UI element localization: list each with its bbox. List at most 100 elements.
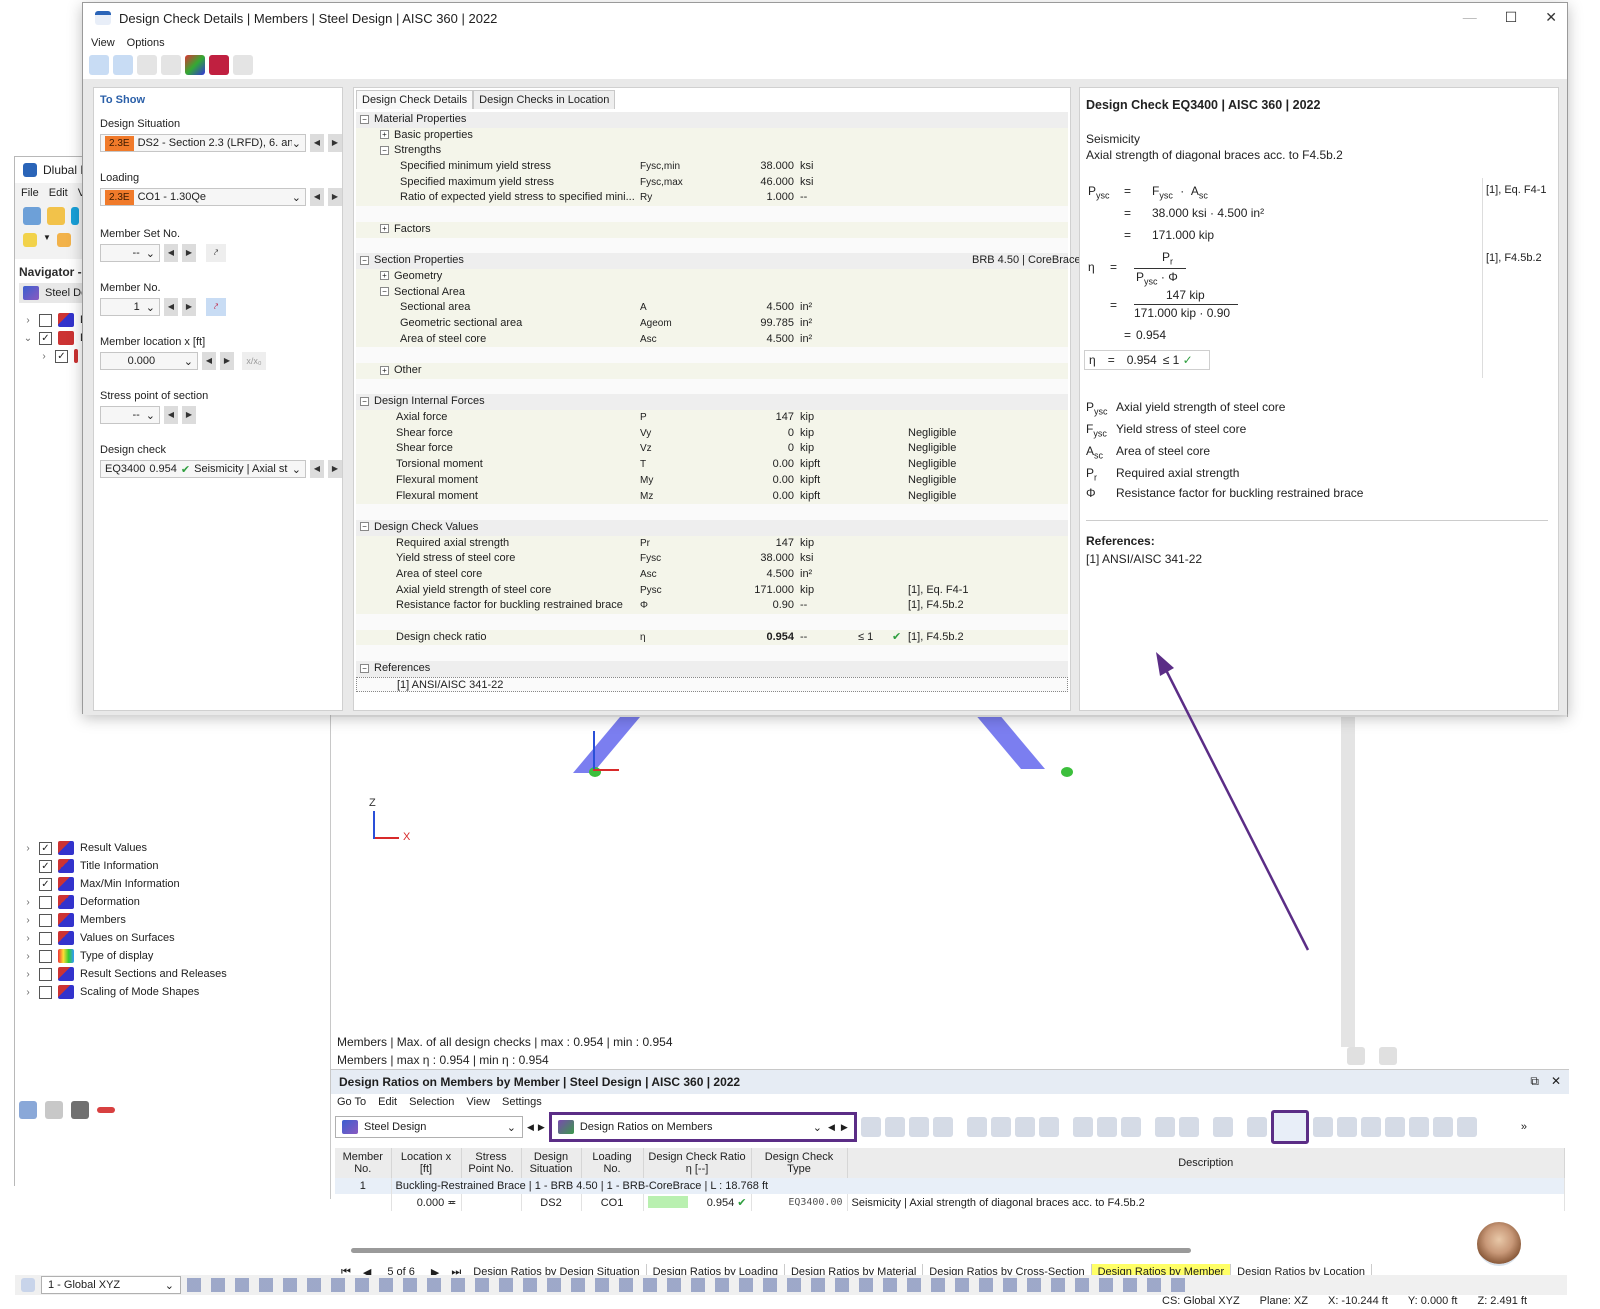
design-situation-select[interactable]: 2.3E DS2 - Section 2.3 (LRFD), 6. and...… [100,134,306,152]
col-ratio[interactable]: Design Check Ratio η [--] [643,1148,752,1178]
checkbox[interactable] [39,331,52,345]
table-row[interactable]: 0.000 ≖ DS2 CO1 0.954 ✔ EQ3400.00 Seismi… [335,1194,1565,1211]
next-arrow-icon[interactable]: ▶ [328,460,342,478]
prev-arrow-icon[interactable]: ◀ [164,298,178,316]
tree-item-row[interactable]: Specified minimum yield stress Fysc,min 38… [356,159,1068,175]
collapse-icon[interactable]: − [360,522,369,532]
nav-item-values-on-surfaces[interactable]: › Values on Surfaces [23,929,175,947]
tree-item-row[interactable]: Shear force Vz 0 kip Negligible [356,441,1068,458]
checkbox[interactable] [39,877,52,891]
results-tab-icon[interactable] [97,1107,115,1113]
checkbox[interactable] [55,349,68,363]
restore-icon[interactable]: ⧉ [1530,1074,1539,1089]
chevron-right-icon[interactable]: › [23,315,33,326]
collapse-icon[interactable]: − [360,396,369,406]
next-arrow-icon[interactable]: ▶ [328,134,342,152]
next-arrow-icon[interactable]: ▶ [220,352,234,370]
columns-icon[interactable] [1038,1117,1059,1137]
col-check-type[interactable]: Design Check Type [751,1148,848,1178]
tree-item-row[interactable]: Flexural moment Mz 0.00 kipft Negligible [356,488,1068,505]
checkbox[interactable] [39,985,52,999]
next-arrow-icon[interactable]: ▶ [841,1122,848,1133]
prev-arrow-icon[interactable]: ◀ [164,406,178,424]
brace-member-right[interactable] [977,717,1045,769]
relative-location-button[interactable]: x/x₀ [242,352,266,370]
pointer-settings-icon[interactable] [1379,1047,1397,1065]
collapse-icon[interactable]: − [380,287,389,297]
checkbox[interactable] [39,313,52,327]
visibility-icon[interactable] [908,1117,929,1137]
tree-group-row[interactable]: − Strengths [356,143,1068,160]
open-folder-icon[interactable] [47,207,65,225]
design-ratio-info-icon[interactable] [1360,1117,1381,1137]
nav-item-deformation[interactable]: › Deformation [23,893,140,911]
nav-item-title-information[interactable]: Title Information [23,857,158,875]
select-multi-icon[interactable] [884,1117,905,1137]
tree-item-row[interactable]: Area of steel core Asc 4.500 in² [356,331,1068,348]
user-avatar[interactable] [1477,1222,1521,1266]
tree-item-row[interactable]: Yield stress of steel core Fysc 38.000 ksi [356,551,1068,567]
viewport-scrollbar[interactable] [1341,717,1355,1047]
tree-item-row[interactable]: Geometric sectional area Ageom 99.785 in² [356,315,1068,332]
close-icon[interactable]: ✕ [1545,9,1557,26]
expand-icon[interactable]: + [380,365,389,375]
checkbox[interactable] [39,895,52,909]
checkbox[interactable] [39,967,52,981]
export-icon[interactable] [1072,1117,1093,1137]
tree-group-row[interactable]: + Basic properties [356,127,1068,144]
tree-item-row[interactable]: Required axial strength Pr 147 kip [356,535,1068,552]
tree-group-row[interactable]: + Factors [356,221,1068,238]
next-arrow-icon[interactable]: ▶ [182,298,196,316]
table-hscrollbar[interactable] [351,1248,1191,1253]
menu-file[interactable]: File [21,187,39,199]
design-ratio-color-icon[interactable] [1336,1117,1357,1137]
checkbox[interactable] [39,859,52,873]
expand-icon[interactable]: + [380,271,389,281]
tree-item-row[interactable]: Ratio of expected yield stress to specif… [356,190,1068,207]
tree-item-row[interactable]: Axial force P 147 kip [356,410,1068,426]
next-arrow-icon[interactable]: ▶ [182,406,196,424]
pick-member-icon[interactable]: ⤤ [206,298,226,316]
checkbox[interactable] [39,931,52,945]
table-layout-icon[interactable] [137,55,157,75]
tree-group-row[interactable]: + Other [356,363,1068,379]
collapse-icon[interactable]: − [360,663,369,673]
brace-icon[interactable] [1384,1117,1405,1137]
col-stress-point[interactable]: Stress Point No. [461,1148,522,1178]
tree-item-row[interactable]: Specified maximum yield stress Fysc,max 46… [356,174,1068,191]
loading-select[interactable]: 2.3E CO1 - 1.30Qe ⌄ [100,188,306,206]
member-select[interactable]: 1 ⌄ [100,298,160,316]
table-3-icon[interactable] [1014,1117,1035,1137]
design-check-details-icon[interactable] [1270,1110,1309,1144]
member-icon[interactable] [1312,1117,1333,1137]
brace-icon[interactable] [233,55,253,75]
funnel-icon[interactable] [1456,1117,1477,1137]
next-arrow-icon[interactable]: ▶ [182,244,196,262]
tree-item-row[interactable]: Sectional area A 4.500 in² [356,300,1068,316]
wand-icon[interactable] [57,233,71,247]
model-viewport[interactable]: Z X [331,717,1569,1069]
balance-icon[interactable] [1347,1047,1365,1065]
next-arrow-icon[interactable]: ▶ [328,188,342,206]
export-excel-icon[interactable] [1096,1117,1117,1137]
design-ratio-info-icon[interactable] [209,55,229,75]
eye-icon[interactable] [45,1101,63,1119]
select-icon[interactable] [860,1117,881,1137]
col-member-no[interactable]: Member No. [335,1148,392,1178]
filter-off-icon[interactable] [1408,1117,1429,1137]
col-description[interactable]: Description [847,1148,1565,1178]
minimize-icon[interactable]: — [1463,9,1477,26]
nav-item-result-sections[interactable]: › Result Sections and Releases [23,965,227,983]
tree-section-row[interactable]: − References [356,661,1068,677]
table-2-icon[interactable] [990,1117,1011,1137]
nav-item-scaling-mode-shapes[interactable]: › Scaling of Mode Shapes [23,983,199,1001]
col-location[interactable]: Location x [ft] [391,1148,462,1178]
pick-icon[interactable] [1212,1117,1233,1137]
coordinate-system-combo[interactable]: 1 - Global XYZ ⌄ [41,1276,181,1294]
decimal-icon[interactable] [1178,1117,1199,1137]
menu-view[interactable]: View [466,1096,490,1108]
prev-arrow-icon[interactable]: ◀ [828,1122,835,1133]
next-arrow-icon[interactable]: ▶ [538,1122,545,1133]
tab-design-checks-in-location[interactable]: Design Checks in Location [473,90,616,109]
menu-selection[interactable]: Selection [409,1096,454,1108]
